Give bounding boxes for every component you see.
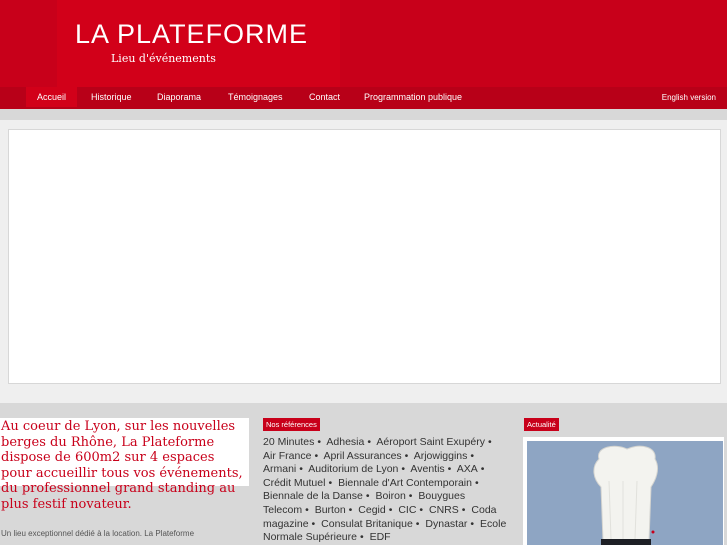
reference-separator: • bbox=[415, 517, 420, 530]
reference-separator: • bbox=[388, 503, 393, 516]
english-version-link[interactable]: English version bbox=[662, 87, 716, 109]
nav-diaporama[interactable]: Diaporama bbox=[146, 87, 212, 107]
reference-separator: • bbox=[367, 436, 372, 448]
reference-separator: • bbox=[447, 463, 452, 476]
reference-separator: • bbox=[305, 503, 309, 516]
reference-item: 20 Minutes bbox=[263, 436, 315, 448]
reference-separator: • bbox=[299, 463, 303, 476]
site-header: LA PLATEFORME Lieu d'événements bbox=[0, 0, 727, 87]
intro-headline: Au coeur de Lyon, sur les nouvelles berg… bbox=[1, 419, 243, 512]
nav-historique[interactable]: Historique bbox=[80, 87, 143, 107]
reference-separator: • bbox=[314, 449, 319, 462]
main-nav: Accueil Historique Diaporama Témoignages… bbox=[0, 87, 727, 109]
reference-separator: • bbox=[404, 449, 409, 462]
reference-separator: • bbox=[470, 517, 475, 530]
reference-item: Aéroport Saint Exupéry bbox=[376, 436, 485, 448]
reference-separator: • bbox=[470, 449, 475, 462]
reference-item: April Assurances bbox=[323, 449, 402, 462]
reference-separator: • bbox=[311, 517, 316, 530]
reference-item: Auditorium de Lyon bbox=[308, 463, 399, 476]
reference-separator: • bbox=[365, 490, 370, 503]
reference-item: Boiron bbox=[375, 490, 406, 503]
reference-item: Burton bbox=[314, 503, 346, 516]
reference-item: Crédit Mutuel bbox=[263, 476, 326, 489]
references-tag: Nos références bbox=[263, 418, 320, 431]
slideshow-area[interactable] bbox=[8, 129, 721, 384]
reference-separator: • bbox=[328, 476, 333, 489]
reference-item: Adhesia bbox=[326, 436, 365, 448]
reference-item: Aventis bbox=[410, 463, 445, 476]
reference-separator: • bbox=[474, 476, 479, 489]
reference-separator: • bbox=[359, 531, 364, 544]
references-list: 20 Minutes • Adhesia • Aéroport Saint Exup… bbox=[263, 436, 508, 545]
reference-item: Dynastar bbox=[425, 517, 468, 530]
logo-subtitle: Lieu d'événements bbox=[111, 52, 216, 65]
nav-contact[interactable]: Contact bbox=[298, 87, 351, 107]
reference-item: Biennale de la Danse bbox=[263, 490, 363, 503]
news-tag: Actualité bbox=[524, 418, 559, 431]
news-image[interactable] bbox=[527, 441, 723, 545]
reference-item: CIC bbox=[398, 503, 417, 516]
reference-separator: • bbox=[401, 463, 406, 476]
nav-accueil[interactable]: Accueil bbox=[26, 87, 78, 107]
reference-separator: • bbox=[408, 490, 413, 503]
reference-item: AXA bbox=[456, 463, 478, 476]
reference-item: EDF bbox=[369, 531, 391, 544]
nav-temoignages[interactable]: Témoignages bbox=[217, 87, 294, 107]
reference-item: Biennale d'Art Contemporain bbox=[338, 476, 472, 489]
reference-separator: • bbox=[461, 503, 466, 516]
reference-item: Consulat Britanique bbox=[321, 517, 413, 530]
reference-item: Armani bbox=[263, 463, 297, 476]
reference-separator: • bbox=[317, 436, 322, 448]
reference-separator: • bbox=[348, 503, 353, 516]
slideshow-frame bbox=[0, 120, 727, 403]
nav-programmation[interactable]: Programmation publique bbox=[353, 87, 473, 107]
logo-title[interactable]: LA PLATEFORME bbox=[75, 19, 308, 50]
reference-separator: • bbox=[419, 503, 424, 516]
reference-item: Air France bbox=[263, 449, 312, 462]
reference-separator: • bbox=[480, 463, 485, 476]
reference-item: Arjowiggins bbox=[413, 449, 468, 462]
reference-item: Cegid bbox=[358, 503, 386, 516]
intro-description: Un lieu exceptionnel dédié à la location… bbox=[1, 529, 195, 538]
reference-separator: • bbox=[487, 436, 492, 448]
reference-item: CNRS bbox=[429, 503, 459, 516]
